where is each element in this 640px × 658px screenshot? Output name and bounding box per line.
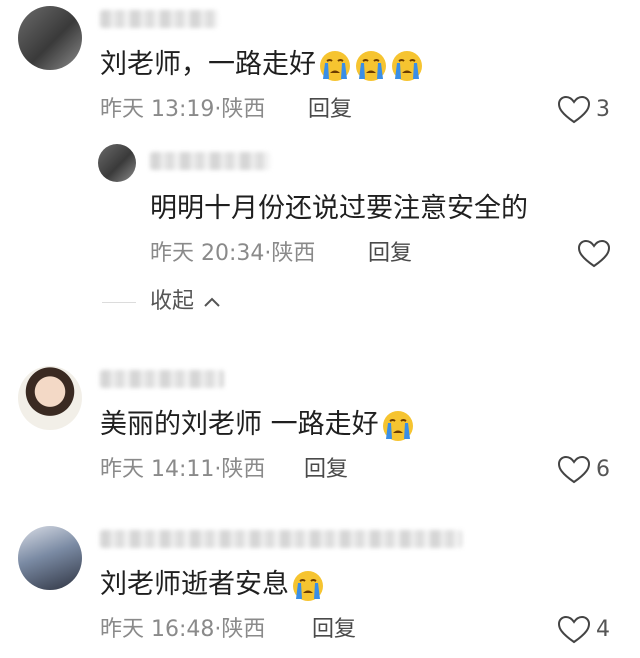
heart-icon[interactable]	[578, 240, 610, 268]
comment-meta: 昨天 14:11·陕西	[100, 457, 266, 482]
like-count: 6	[596, 457, 610, 482]
avatar[interactable]	[98, 144, 136, 182]
crying-face-icon	[356, 50, 386, 81]
comment-text: 美丽的刘老师 一路走好	[100, 408, 415, 443]
username-blurred[interactable]	[100, 530, 462, 548]
avatar[interactable]	[18, 6, 82, 70]
avatar[interactable]	[18, 366, 82, 430]
like-count: 3	[596, 97, 610, 122]
crying-face-icon	[382, 410, 413, 441]
username-blurred[interactable]	[150, 152, 270, 170]
comment-text: 刘老师逝者安息	[100, 568, 325, 603]
comment-meta: 昨天 13:19·陕西	[100, 97, 266, 122]
crying-face-icon	[392, 50, 422, 81]
chevron-up-icon	[204, 297, 220, 307]
like-count: 4	[596, 617, 610, 642]
heart-icon[interactable]	[558, 616, 590, 644]
heart-icon[interactable]	[558, 456, 590, 484]
crying-emoji-group	[316, 49, 424, 81]
reply-button[interactable]: 回复	[368, 240, 412, 268]
reply-button[interactable]: 回复	[308, 96, 352, 124]
divider	[102, 302, 136, 303]
crying-face-icon	[320, 50, 350, 81]
crying-face-icon	[293, 570, 323, 601]
avatar[interactable]	[18, 526, 82, 590]
reply-button[interactable]: 回复	[312, 616, 356, 644]
comment-meta: 昨天 16:48·陕西	[100, 617, 266, 642]
heart-icon[interactable]	[558, 96, 590, 124]
comment-text: 刘老师，一路走好	[100, 48, 424, 83]
collapse-replies-button[interactable]: 收起	[150, 288, 221, 316]
crying-emoji-group	[379, 409, 415, 441]
reply-text: 明明十月份还说过要注意安全的	[150, 193, 528, 224]
username-blurred[interactable]	[100, 370, 224, 388]
crying-emoji-group	[289, 569, 325, 601]
username-blurred[interactable]	[100, 10, 218, 28]
reply-meta: 昨天 20:34·陕西	[150, 241, 316, 266]
reply-button[interactable]: 回复	[304, 456, 348, 484]
